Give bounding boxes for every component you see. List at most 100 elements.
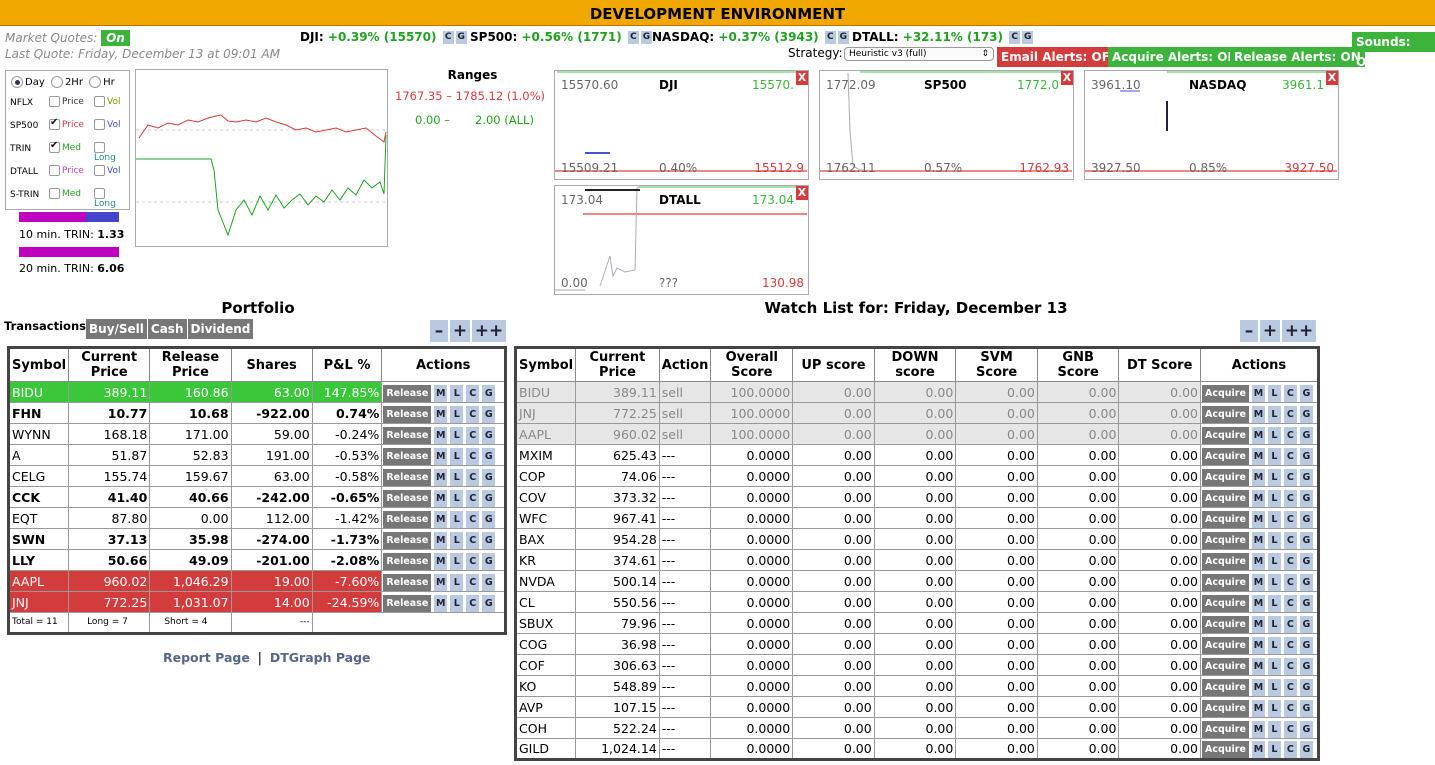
m-button[interactable]: M bbox=[434, 552, 448, 570]
c-button[interactable]: C bbox=[1283, 699, 1297, 717]
g-button[interactable]: G bbox=[482, 573, 496, 591]
table-row[interactable]: COP 74.06 --- 0.0000 0.00 0.00 0.00 0.00 0.00 Acq… bbox=[514, 465, 1320, 487]
col-shares[interactable]: Shares bbox=[230, 347, 313, 382]
g-button[interactable]: G bbox=[1299, 678, 1313, 696]
acquire-button[interactable]: Acquire bbox=[1201, 510, 1249, 528]
close-icon[interactable]: X bbox=[796, 71, 808, 85]
release-button[interactable]: Release bbox=[383, 573, 432, 591]
acquire-button[interactable]: Acquire bbox=[1201, 594, 1249, 612]
release-button[interactable]: Release bbox=[383, 489, 432, 507]
m-button[interactable]: M bbox=[1251, 720, 1265, 738]
acquire-button[interactable]: Acquire bbox=[1201, 468, 1249, 486]
m-button[interactable]: M bbox=[1251, 573, 1265, 591]
tab-buy-sell[interactable]: Buy/Sell bbox=[86, 319, 147, 339]
g-button[interactable]: G bbox=[1299, 384, 1313, 402]
l-button[interactable]: L bbox=[1267, 699, 1281, 717]
l-button[interactable]: L bbox=[450, 405, 464, 423]
l-button[interactable]: L bbox=[450, 594, 464, 612]
table-row[interactable]: CELG 155.74 159.67 63.00 -0.58% Release M L C G bbox=[7, 465, 506, 487]
col-current-price[interactable]: Current Price bbox=[575, 347, 660, 382]
table-row[interactable]: AAPL 960.02 sell 100.0000 0.00 0.00 0.00 0.00 0.… bbox=[514, 423, 1320, 445]
c-button[interactable]: C bbox=[1283, 489, 1297, 507]
l-button[interactable]: L bbox=[1267, 426, 1281, 444]
g-button[interactable]: G bbox=[1299, 594, 1313, 612]
acquire-button[interactable]: Acquire bbox=[1201, 720, 1249, 738]
table-row[interactable]: FHN 10.77 10.68 -922.00 0.74% Release M L C G bbox=[7, 402, 506, 424]
c-button[interactable]: C bbox=[1283, 657, 1297, 675]
g-button[interactable]: G bbox=[482, 468, 496, 486]
l-button[interactable]: L bbox=[1267, 573, 1281, 591]
table-row[interactable]: JNJ 772.25 1,031.07 14.00 -24.59% Release M L C G bbox=[7, 591, 506, 613]
l-button[interactable]: L bbox=[450, 531, 464, 549]
acquire-button[interactable]: Acquire bbox=[1201, 384, 1249, 402]
sp500-c-button[interactable]: C bbox=[627, 31, 639, 44]
table-row[interactable]: CL 550.56 --- 0.0000 0.00 0.00 0.00 0.00 0.00 Acq… bbox=[514, 591, 1320, 613]
m-button[interactable]: M bbox=[1251, 615, 1265, 633]
watchlist-zoom-in-button[interactable]: + bbox=[1260, 320, 1280, 342]
m-button[interactable]: M bbox=[1251, 384, 1265, 402]
table-row[interactable]: COH 522.24 --- 0.0000 0.00 0.00 0.00 0.00 0.00 Ac… bbox=[514, 717, 1320, 739]
table-row[interactable]: WYNN 168.18 171.00 59.00 -0.24% Release M L C G bbox=[7, 423, 506, 445]
g-button[interactable]: G bbox=[482, 489, 496, 507]
m-button[interactable]: M bbox=[434, 531, 448, 549]
close-icon[interactable]: X bbox=[796, 186, 808, 200]
mini-chart-nasdaq[interactable]: 3961.10 NASDAQ 3961.1 3927.50 0.85% 3927.50 X bbox=[1084, 70, 1339, 180]
c-button[interactable]: C bbox=[466, 384, 480, 402]
c-button[interactable]: C bbox=[1283, 741, 1297, 758]
l-button[interactable]: L bbox=[450, 573, 464, 591]
c-button[interactable]: C bbox=[466, 426, 480, 444]
m-button[interactable]: M bbox=[434, 489, 448, 507]
table-row[interactable]: WFC 967.41 --- 0.0000 0.00 0.00 0.00 0.00 0.00 Ac… bbox=[514, 507, 1320, 529]
c-button[interactable]: C bbox=[1283, 384, 1297, 402]
col-down-score[interactable]: DOWN score bbox=[873, 347, 957, 382]
acquire-button[interactable]: Acquire bbox=[1201, 405, 1249, 423]
table-row[interactable]: A 51.87 52.83 191.00 -0.53% Release M L C G bbox=[7, 444, 506, 466]
c-button[interactable]: C bbox=[466, 489, 480, 507]
m-button[interactable]: M bbox=[1251, 447, 1265, 465]
c-button[interactable]: C bbox=[1283, 615, 1297, 633]
table-row[interactable]: MXIM 625.43 --- 0.0000 0.00 0.00 0.00 0.00 0.00 A… bbox=[514, 444, 1320, 466]
release-button[interactable]: Release bbox=[383, 405, 432, 423]
c-button[interactable]: C bbox=[1283, 510, 1297, 528]
c-button[interactable]: C bbox=[466, 552, 480, 570]
nasdaq-g-button[interactable]: G bbox=[837, 31, 849, 44]
range-2hr[interactable]: 2Hr bbox=[50, 76, 83, 88]
acquire-button[interactable]: Acquire bbox=[1201, 573, 1249, 591]
table-row[interactable]: SWN 37.13 35.98 -274.00 -1.73% Release M L C G bbox=[7, 528, 506, 550]
series-toggle-b[interactable]: Long bbox=[94, 188, 128, 209]
g-button[interactable]: G bbox=[1299, 720, 1313, 738]
m-button[interactable]: M bbox=[434, 594, 448, 612]
nasdaq-c-button[interactable]: C bbox=[824, 31, 836, 44]
col-action[interactable]: Action bbox=[658, 347, 712, 382]
dtall-c-button[interactable]: C bbox=[1009, 31, 1021, 44]
table-row[interactable]: KR 374.61 --- 0.0000 0.00 0.00 0.00 0.00 0.00 Acq… bbox=[514, 549, 1320, 571]
col-symbol[interactable]: Symbol bbox=[514, 347, 577, 382]
table-row[interactable]: NVDA 500.14 --- 0.0000 0.00 0.00 0.00 0.00 0.00 A… bbox=[514, 570, 1320, 592]
release-button[interactable]: Release bbox=[383, 468, 432, 486]
mini-chart-dji[interactable]: 15570.60 DJI 15570. 15509.21 0.40% 15512.9 X bbox=[554, 70, 809, 180]
portfolio-zoom-in-button[interactable]: + bbox=[450, 320, 470, 342]
m-button[interactable]: M bbox=[1251, 405, 1265, 423]
mini-chart-sp500[interactable]: 1772.09 SP500 1772.0 1762.11 0.57% 1762.93 X bbox=[819, 70, 1074, 180]
g-button[interactable]: G bbox=[1299, 405, 1313, 423]
l-button[interactable]: L bbox=[450, 468, 464, 486]
g-button[interactable]: G bbox=[482, 552, 496, 570]
l-button[interactable]: L bbox=[1267, 468, 1281, 486]
series-toggle-b[interactable]: Vol bbox=[94, 165, 120, 176]
tab-cash[interactable]: Cash bbox=[147, 319, 187, 339]
acquire-button[interactable]: Acquire bbox=[1201, 678, 1249, 696]
acquire-button[interactable]: Acquire bbox=[1201, 531, 1249, 549]
l-button[interactable]: L bbox=[1267, 405, 1281, 423]
c-button[interactable]: C bbox=[1283, 531, 1297, 549]
sounds-toggle[interactable]: Sounds: ON bbox=[1352, 32, 1435, 69]
l-button[interactable]: L bbox=[1267, 447, 1281, 465]
g-button[interactable]: G bbox=[1299, 468, 1313, 486]
release-button[interactable]: Release bbox=[383, 552, 432, 570]
col-gnb-score[interactable]: GNB Score bbox=[1036, 347, 1120, 382]
col-current-price[interactable]: Current Price bbox=[68, 347, 151, 382]
m-button[interactable]: M bbox=[1251, 594, 1265, 612]
sp500-g-button[interactable]: G bbox=[640, 31, 652, 44]
g-button[interactable]: G bbox=[1299, 447, 1313, 465]
table-row[interactable]: AVP 107.15 --- 0.0000 0.00 0.00 0.00 0.00 0.00 Ac… bbox=[514, 696, 1320, 718]
col-up-score[interactable]: UP score bbox=[792, 347, 875, 382]
